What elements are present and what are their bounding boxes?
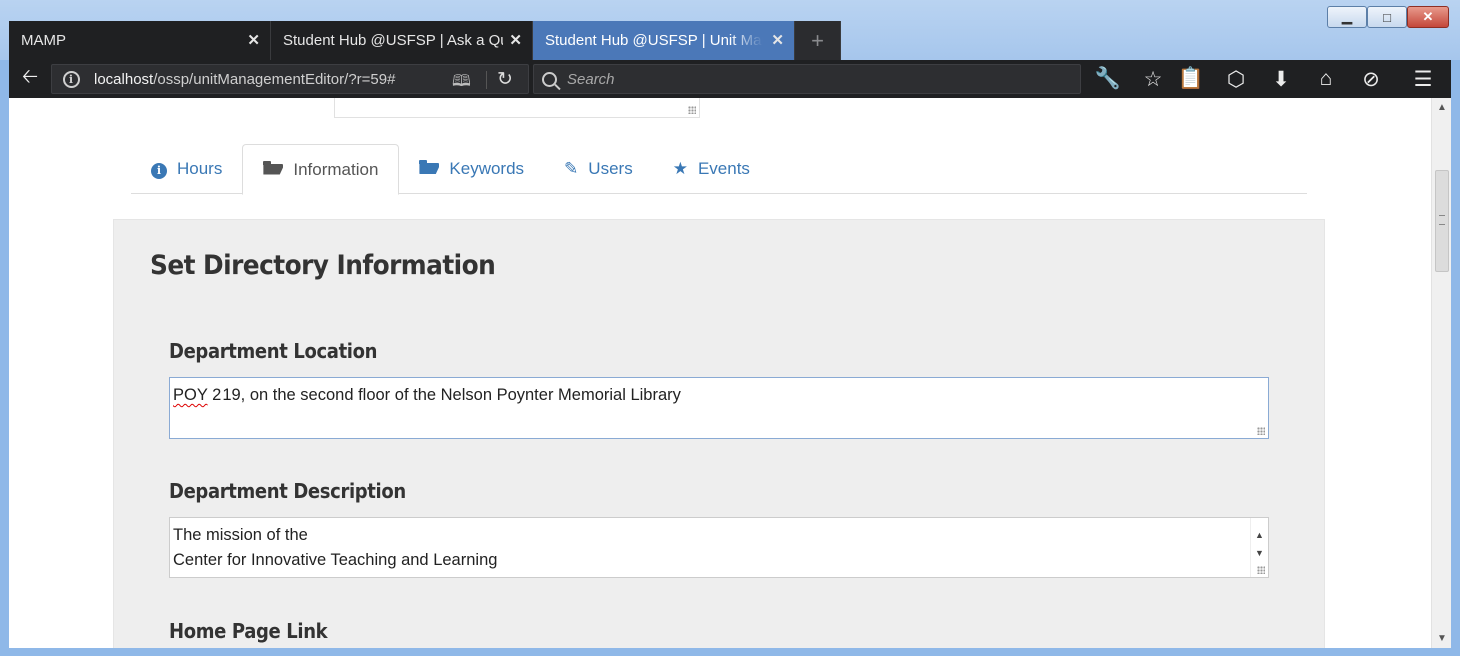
tab-keywords[interactable]: Keywords: [399, 144, 544, 194]
reader-view-icon[interactable]: 🕮: [452, 70, 471, 97]
browser-tab-unit-management[interactable]: Student Hub @USFSP | Unit Management ✕: [533, 21, 795, 60]
download-icon[interactable]: ⬇: [1266, 65, 1296, 93]
search-icon: [542, 71, 557, 87]
info-icon: i: [62, 70, 80, 88]
tab-information[interactable]: Information: [242, 144, 400, 195]
close-tab-icon[interactable]: ✕: [771, 31, 784, 49]
page-scrollbar[interactable]: ▲ ▼: [1431, 98, 1451, 648]
previous-textarea[interactable]: [334, 98, 700, 118]
new-tab-button[interactable]: +: [795, 21, 841, 60]
tab-title: Student Hub @USFSP | Ask a Question: [283, 32, 503, 49]
reload-icon[interactable]: ↻: [497, 68, 513, 91]
wrench-icon[interactable]: 🔧: [1093, 65, 1123, 93]
site-info-button[interactable]: i: [58, 70, 84, 88]
arrow-left-icon: 🡠: [21, 66, 39, 88]
homepage-label: Home Page Link: [169, 619, 328, 643]
folder-open-icon: [263, 160, 283, 180]
bookmark-star-icon[interactable]: ☆: [1138, 65, 1168, 93]
description-line: The mission of the: [173, 526, 308, 544]
menu-icon[interactable]: ☰: [1408, 65, 1438, 93]
description-line: Center for Innovative Teaching and Learn…: [173, 551, 498, 569]
tab-title: Student Hub @USFSP | Unit Management: [545, 32, 763, 49]
scroll-down-icon[interactable]: ▼: [1255, 541, 1264, 566]
panel-title: Set Directory Information: [150, 250, 496, 281]
pencil-icon: ✎: [564, 159, 579, 178]
editor-tabs: i Hours Information Keywords ✎ Users ★ E…: [131, 144, 1307, 195]
address-bar[interactable]: i localhost/ossp/unitManagementEditor/?r…: [51, 64, 529, 94]
search-placeholder: Search: [567, 70, 615, 88]
resize-grip-icon[interactable]: [688, 106, 696, 114]
tab-title: MAMP: [21, 32, 66, 49]
scroll-up-icon[interactable]: ▲: [1437, 102, 1447, 113]
close-icon: ✕: [1422, 9, 1434, 24]
location-textarea[interactable]: POY 219, on the second floor of the Nels…: [169, 377, 1269, 439]
url-host: localhost: [94, 70, 154, 88]
location-value-part: 2: [207, 386, 222, 404]
location-value-part: 19, on the second floor of the Nelson Po…: [222, 386, 681, 404]
reading-list-icon[interactable]: 📋: [1176, 65, 1206, 93]
star-icon: ★: [672, 159, 688, 178]
maximize-icon: □: [1383, 9, 1391, 25]
description-label: Department Description: [169, 479, 406, 503]
location-label: Department Location: [169, 339, 378, 363]
search-bar[interactable]: Search: [533, 64, 1081, 94]
window-frame-bottom: [0, 648, 1460, 656]
location-value-part: POY: [173, 386, 208, 404]
tab-label: Hours: [177, 159, 223, 178]
scroll-down-icon[interactable]: ▼: [1437, 633, 1447, 644]
minimize-icon: ▁: [1342, 9, 1352, 24]
minimize-button[interactable]: ▁: [1327, 6, 1367, 28]
back-button[interactable]: 🡠: [17, 66, 43, 92]
description-textarea[interactable]: The mission of the Center for Innovative…: [169, 517, 1269, 578]
browser-tab-ask-question[interactable]: Student Hub @USFSP | Ask a Question ✕: [271, 21, 533, 60]
maximize-button[interactable]: □: [1367, 6, 1407, 28]
resize-grip-icon[interactable]: [1257, 427, 1265, 435]
page-viewport: i Hours Information Keywords ✎ Users ★ E…: [9, 98, 1431, 648]
home-icon[interactable]: ⌂: [1311, 65, 1341, 93]
tab-users[interactable]: ✎ Users: [544, 144, 653, 194]
browser-tab-strip: MAMP ✕ Student Hub @USFSP | Ask a Questi…: [9, 21, 841, 60]
resize-grip-icon[interactable]: [1257, 566, 1265, 574]
folder-open-icon: [419, 159, 439, 179]
tab-label: Users: [588, 159, 633, 178]
close-window-button[interactable]: ✕: [1407, 6, 1449, 28]
info-circle-icon: i: [151, 159, 167, 179]
window-title-bar: ▁ □ ✕ MAMP ✕ Student Hub @USFSP | Ask a …: [0, 0, 1460, 60]
url-separator: [486, 71, 487, 89]
navigation-toolbar: 🡠 i localhost/ossp/unitManagementEditor/…: [9, 60, 1451, 98]
extension-icon[interactable]: ⊘: [1356, 65, 1386, 93]
tab-label: Events: [697, 159, 750, 178]
url-text[interactable]: localhost/ossp/unitManagementEditor/?r=5…: [94, 71, 444, 88]
browser-tab-mamp[interactable]: MAMP ✕: [9, 21, 271, 60]
close-tab-icon[interactable]: ✕: [509, 31, 522, 49]
tab-events[interactable]: ★ Events: [653, 144, 770, 194]
tab-label: Information: [293, 159, 379, 179]
directory-info-panel: Set Directory Information Department Loc…: [113, 219, 1325, 648]
scroll-thumb[interactable]: [1435, 170, 1449, 272]
url-path: /ossp/unitManagementEditor/?r=59#: [153, 70, 396, 88]
tab-label: Keywords: [449, 159, 525, 178]
pocket-icon[interactable]: ⬡: [1221, 65, 1251, 93]
tab-hours[interactable]: i Hours: [131, 144, 242, 194]
close-tab-icon[interactable]: ✕: [247, 31, 260, 49]
plus-icon: +: [811, 27, 824, 53]
